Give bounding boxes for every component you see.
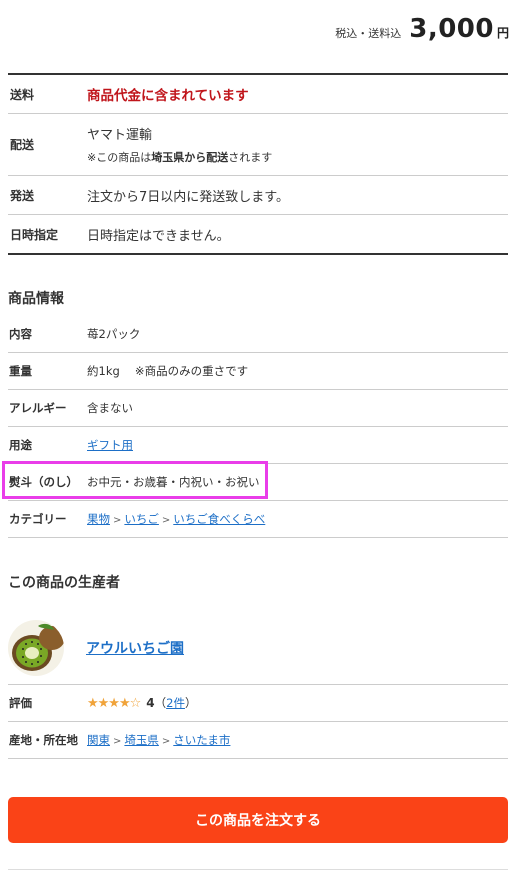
info-row-category: カテゴリー 果物 > いちご > いちご食べくらべ	[8, 501, 508, 538]
location-link-saitama-city[interactable]: さいたま市	[173, 733, 230, 747]
price-unit: 円	[496, 26, 509, 40]
rating-value: ★★★★☆ 4（2件）	[87, 695, 196, 711]
producer-card[interactable]: アウルいちご園	[8, 611, 508, 685]
order-button[interactable]: この商品を注文する	[8, 797, 508, 843]
shipping-value: 商品代金に含まれています	[87, 88, 249, 104]
producer-location-row: 産地・所在地 関東 > 埼玉県 > さいたま市	[8, 722, 508, 759]
rating-label: 評価	[9, 696, 32, 710]
shipping-label: 配送	[10, 138, 35, 152]
shipping-value: 日時指定はできません。	[87, 228, 230, 244]
breadcrumb-separator: >	[113, 736, 122, 747]
info-value: 含まない	[87, 401, 133, 415]
breadcrumb-separator: >	[161, 515, 171, 526]
info-row-content: 内容 苺2パック	[8, 316, 508, 353]
product-info-title: 商品情報	[8, 291, 64, 307]
info-label: 重量	[9, 364, 32, 378]
shipping-value-block: ヤマト運輸 ※この商品は埼玉県から配送されます	[87, 124, 272, 165]
info-label: アレルギー	[9, 401, 67, 415]
price-tax-note: 税込・送料込	[335, 27, 402, 40]
divider	[8, 869, 508, 870]
category-link-strawberry[interactable]: いちご	[124, 512, 159, 526]
info-label: 内容	[9, 327, 32, 341]
highlight-box	[2, 461, 268, 499]
rating-stars-icon: ★★★★☆	[87, 696, 141, 711]
category-breadcrumb: 果物 > いちご > いちご食べくらべ	[87, 511, 265, 527]
shipping-row-dispatch: 発送 注文から7日以内に発送致します。	[8, 176, 508, 215]
shipping-origin-prefix: ※この商品は	[87, 151, 152, 164]
location-link-kanto[interactable]: 関東	[87, 733, 110, 747]
info-value-wrap: ギフト用	[87, 437, 133, 453]
shipping-label: 送料	[10, 87, 35, 102]
producer-avatar-kiwi-icon[interactable]	[8, 619, 64, 676]
price-row: 税込・送料込 3,000 円	[335, 14, 509, 44]
producer-rating-row: 評価 ★★★★☆ 4（2件）	[8, 685, 508, 722]
shipping-value: 注文から7日以内に発送致します。	[87, 189, 289, 205]
info-label: 用途	[9, 438, 32, 452]
shipping-origin-note: ※この商品は埼玉県から配送されます	[87, 149, 272, 165]
location-breadcrumb: 関東 > 埼玉県 > さいたま市	[87, 732, 230, 748]
review-count-link[interactable]: 2件	[166, 696, 185, 710]
shipping-row-datetime: 日時指定 日時指定はできません。	[8, 215, 508, 253]
info-row-allergy: アレルギー 含まない	[8, 390, 508, 427]
shipping-origin: 埼玉県から配送	[151, 151, 229, 164]
category-link-fruit[interactable]: 果物	[87, 512, 110, 526]
shipping-carrier: ヤマト運輸	[87, 128, 153, 143]
info-row-usage: 用途 ギフト用	[8, 427, 508, 464]
info-label: カテゴリー	[9, 512, 67, 526]
location-link-saitama-pref[interactable]: 埼玉県	[124, 733, 159, 747]
producer-section-title: この商品の生産者	[8, 575, 120, 591]
product-info-table: 内容 苺2パック 重量 約1kg ※商品のみの重さです アレルギー 含まない 用…	[8, 316, 508, 538]
rating-number: 4	[146, 696, 155, 710]
shipping-row-fee: 送料 商品代金に含まれています	[8, 75, 508, 114]
info-row-weight: 重量 約1kg ※商品のみの重さです	[8, 353, 508, 390]
breadcrumb-separator: >	[161, 736, 171, 747]
usage-link-gift[interactable]: ギフト用	[87, 438, 133, 452]
shipping-table: 送料 商品代金に含まれています 配送 ヤマト運輸 ※この商品は埼玉県から配送され…	[8, 73, 508, 255]
info-value: 約1kg ※商品のみの重さです	[87, 364, 249, 378]
producer-name-link[interactable]: アウルいちご園	[86, 638, 184, 658]
shipping-label: 発送	[10, 188, 35, 203]
category-link-strawberry-tasting[interactable]: いちご食べくらべ	[173, 512, 265, 526]
location-label: 産地・所在地	[9, 733, 78, 747]
producer-info-table: 評価 ★★★★☆ 4（2件） 産地・所在地 関東 > 埼玉県 > さいたま市	[8, 685, 508, 759]
review-paren-close: ）	[184, 696, 197, 710]
shipping-label: 日時指定	[10, 227, 59, 242]
price-amount: 3,000	[409, 14, 494, 44]
shipping-row-delivery: 配送 ヤマト運輸 ※この商品は埼玉県から配送されます	[8, 114, 508, 176]
breadcrumb-separator: >	[113, 515, 122, 526]
shipping-origin-suffix: されます	[228, 151, 273, 164]
info-value: 苺2パック	[87, 327, 141, 341]
review-paren-open: （	[154, 696, 167, 710]
